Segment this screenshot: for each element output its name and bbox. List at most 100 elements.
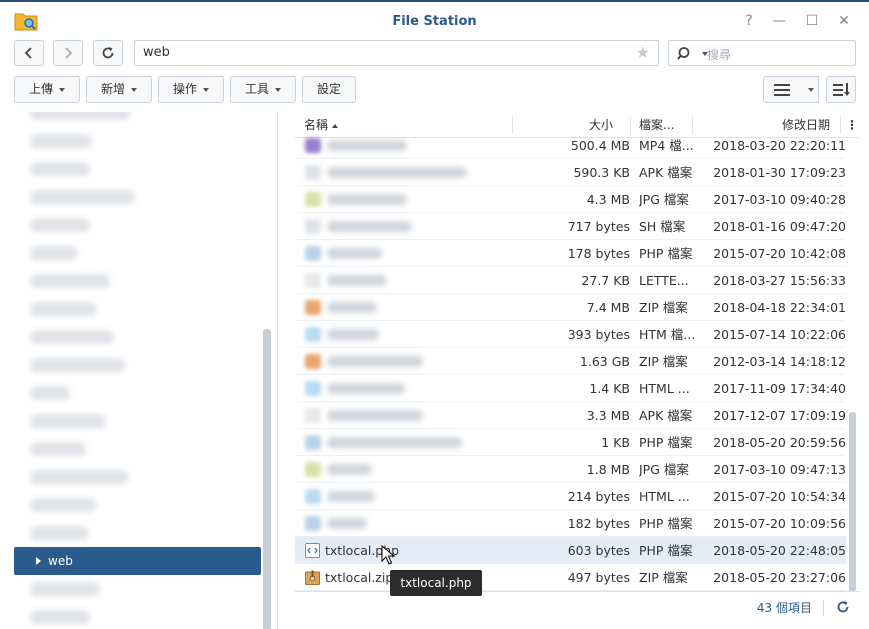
tree-item[interactable]: [30, 386, 70, 400]
tree-item[interactable]: [30, 442, 86, 456]
tree-item[interactable]: [30, 246, 78, 260]
table-row[interactable]: 1 KB PHP 檔案 2018-05-20 20:59:56: [295, 429, 846, 456]
tree-item[interactable]: [30, 526, 88, 540]
tree-item[interactable]: [30, 330, 114, 344]
image-file-icon: [305, 192, 321, 207]
star-icon[interactable]: ★: [636, 41, 650, 65]
tree-item[interactable]: [30, 498, 96, 512]
file-name-blurred: [327, 329, 379, 340]
sidebar-scrollbar[interactable]: [263, 329, 271, 629]
maximize-icon[interactable]: ☐: [803, 12, 821, 30]
file-type: HTM 檔...: [639, 327, 696, 342]
tree-item[interactable]: [30, 470, 128, 484]
php-file-icon: [305, 516, 321, 531]
mouse-cursor-icon: [381, 545, 395, 565]
file-name-blurred: [327, 410, 423, 421]
upload-label: 上傳: [28, 82, 53, 96]
list-view-icon: [774, 84, 790, 96]
zip-file-icon: [305, 300, 321, 315]
action-button[interactable]: 操作: [158, 76, 224, 103]
settings-button[interactable]: 設定: [302, 76, 356, 103]
tree-item[interactable]: [30, 582, 100, 596]
file-type: HTML ...: [639, 489, 690, 504]
upload-button[interactable]: 上傳: [14, 76, 80, 103]
file-name-blurred: [327, 167, 467, 178]
divider: [823, 600, 824, 616]
table-row[interactable]: 500.4 MB MP4 檔... 2018-03-20 22:20:11: [295, 132, 846, 159]
search-icon: [677, 47, 690, 60]
file-date: 2012-03-14 14:18:12: [713, 354, 846, 369]
create-button[interactable]: 新增: [86, 76, 152, 103]
video-file-icon: [305, 138, 321, 153]
tree-item[interactable]: [30, 162, 90, 176]
table-row-selected[interactable]: txtlocal.php 603 bytes PHP 檔案 2018-05-20…: [295, 537, 846, 564]
title-bar: File Station ? — ☐ ✕: [0, 4, 869, 38]
forward-button[interactable]: [53, 40, 83, 66]
tree-item[interactable]: [30, 112, 130, 120]
tree-item[interactable]: [30, 134, 92, 148]
zip-file-icon: [305, 570, 320, 585]
table-row[interactable]: 1.8 MB JPG 檔案 2017-03-10 09:47:13: [295, 456, 846, 483]
file-size: 178 bytes: [567, 246, 630, 261]
file-type: APK 檔案: [639, 165, 693, 180]
tree-item-web[interactable]: web: [14, 547, 261, 575]
tree-item[interactable]: [30, 610, 90, 624]
list-scrollbar[interactable]: [849, 412, 856, 592]
back-button[interactable]: [14, 40, 44, 66]
tree-item[interactable]: [30, 358, 125, 372]
expand-arrow-icon[interactable]: [36, 557, 41, 565]
file-name-blurred: [327, 302, 377, 313]
table-row[interactable]: 393 bytes HTM 檔... 2015-07-14 10:22:06: [295, 321, 846, 348]
image-file-icon: [305, 462, 321, 477]
file-date: 2015-07-14 10:22:06: [713, 327, 846, 342]
table-row[interactable]: 182 bytes PHP 檔案 2015-07-20 10:09:56: [295, 510, 846, 537]
file-name-blurred: [327, 356, 423, 367]
tools-button[interactable]: 工具: [230, 76, 296, 103]
file-type: JPG 檔案: [639, 462, 689, 477]
refresh-icon[interactable]: [836, 600, 850, 614]
php-file-icon: [305, 543, 320, 558]
file-type: ZIP 檔案: [639, 354, 688, 369]
table-row[interactable]: 214 bytes HTML ... 2015-07-20 10:54:34: [295, 483, 846, 510]
path-input[interactable]: web ★: [134, 40, 659, 66]
chevron-left-icon: [24, 47, 32, 59]
table-row[interactable]: 4.3 MB JPG 檔案 2017-03-10 09:40:28: [295, 186, 846, 213]
column-menu-icon[interactable]: ⋮: [846, 112, 858, 138]
table-row[interactable]: 717 bytes SH 檔案 2018-01-16 09:47:20: [295, 213, 846, 240]
sort-button[interactable]: [826, 76, 856, 103]
file-date: 2018-01-30 17:09:23: [713, 165, 846, 180]
table-row[interactable]: txtlocal.zip 497 bytes ZIP 檔案 2018-05-20…: [295, 564, 846, 591]
table-row[interactable]: 7.4 MB ZIP 檔案 2018-04-18 22:34:01: [295, 294, 846, 321]
file-type: PHP 檔案: [639, 516, 693, 531]
tree-item[interactable]: [30, 274, 110, 288]
file-size: 717 bytes: [567, 219, 630, 234]
file-name: txtlocal.zip: [325, 570, 394, 585]
file-type: LETTE...: [639, 273, 689, 288]
table-row[interactable]: 1.4 KB HTML ... 2017-11-09 17:34:40: [295, 375, 846, 402]
tree-item[interactable]: [30, 302, 96, 316]
table-row[interactable]: 590.3 KB APK 檔案 2018-01-30 17:09:23: [295, 159, 846, 186]
file-name-blurred: [327, 140, 407, 151]
help-icon[interactable]: ?: [740, 12, 758, 30]
chevron-right-icon: [65, 47, 73, 59]
table-row[interactable]: 1.63 GB ZIP 檔案 2012-03-14 14:18:12: [295, 348, 846, 375]
tree-item[interactable]: [30, 190, 135, 204]
tree-item[interactable]: [30, 414, 106, 428]
tools-label: 工具: [244, 82, 269, 96]
table-row[interactable]: 3.3 MB APK 檔案 2017-12-07 17:09:19: [295, 402, 846, 429]
refresh-button[interactable]: [93, 40, 123, 66]
table-row[interactable]: 178 bytes PHP 檔案 2015-07-20 10:42:08: [295, 240, 846, 267]
minimize-icon[interactable]: —: [770, 12, 788, 30]
script-file-icon: [305, 219, 321, 234]
file-name-blurred: [327, 491, 375, 502]
table-row[interactable]: 27.7 KB LETTE... 2018-03-27 15:56:33: [295, 267, 846, 294]
close-icon[interactable]: ✕: [835, 12, 853, 30]
search-input[interactable]: 搜尋: [668, 40, 856, 66]
html-file-icon: [305, 381, 321, 396]
file-date: 2018-03-27 15:56:33: [713, 273, 846, 288]
tree-item[interactable]: [30, 218, 90, 232]
file-type: ZIP 檔案: [639, 570, 688, 585]
view-mode-button[interactable]: [763, 76, 819, 103]
file-date: 2017-03-10 09:40:28: [713, 192, 846, 207]
file-date: 2018-05-20 20:59:56: [713, 435, 846, 450]
